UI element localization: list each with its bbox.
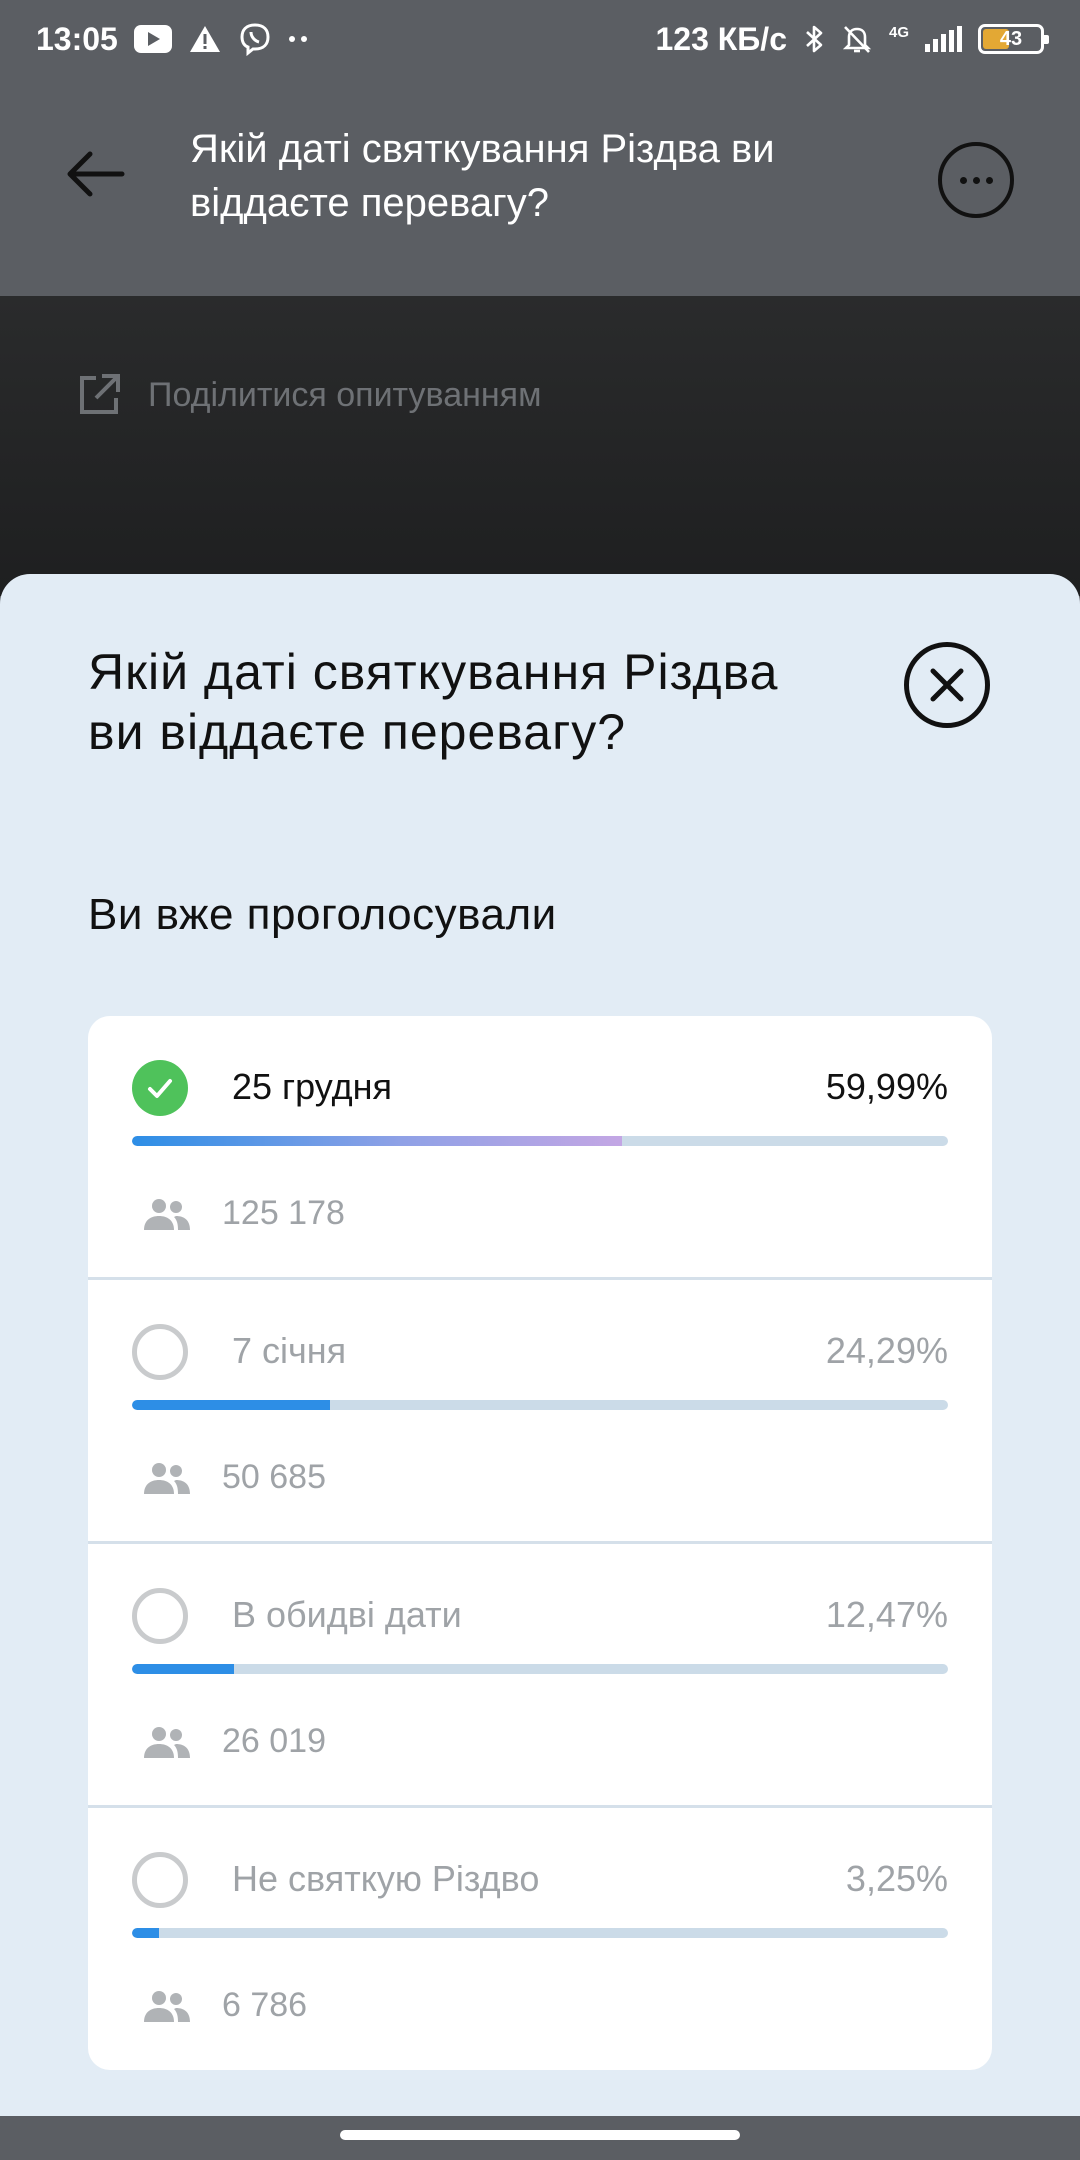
status-time: 13:05 <box>36 20 118 57</box>
radio-icon <box>132 1324 188 1380</box>
share-poll-link[interactable]: Поділитися опитуванням <box>76 372 541 418</box>
status-bar: 13:05 123 КБ/с 4G 43 <box>0 0 1080 78</box>
viber-icon <box>238 22 272 56</box>
option-label: В обидві дати <box>232 1594 462 1635</box>
people-icon <box>144 1198 190 1230</box>
more-dot <box>972 176 980 184</box>
people-icon <box>144 1990 190 2022</box>
status-right: 123 КБ/с 4G 43 <box>655 20 1049 58</box>
poll-option[interactable]: В обидві дати 12,47% 26 019 <box>88 1544 992 1808</box>
progress-fill <box>132 1664 234 1674</box>
share-poll-label: Поділитися опитуванням <box>148 375 542 414</box>
poll-option[interactable]: Не святкую Різдво 3,25% 6 786 <box>88 1808 992 2070</box>
home-handle[interactable] <box>340 2130 740 2140</box>
option-percent: 12,47% <box>825 1594 948 1635</box>
poll-question: Якій даті святкування Різдва ви віддаєте… <box>88 644 779 760</box>
app-bar: Якій даті святкування Різдва ви віддаєте… <box>0 78 1080 296</box>
battery-level: 43 <box>999 27 1023 50</box>
progress-fill <box>132 1928 159 1938</box>
results-card: 25 грудня 59,99% 125 178 7 січня 24,29% <box>88 1016 992 2070</box>
option-label: Не святкую Різдво <box>232 1858 540 1899</box>
battery-icon: 43 <box>978 24 1049 54</box>
vote-count: 125 178 <box>222 1194 345 1232</box>
background-content: Поділитися опитуванням <box>0 296 1080 596</box>
youtube-icon <box>133 25 172 53</box>
votes-row: 125 178 <box>140 1194 345 1233</box>
radio-icon <box>132 1852 188 1908</box>
voted-status: Ви вже проголосували <box>88 890 557 939</box>
progress-track <box>132 1928 948 1938</box>
option-label: 25 грудня <box>232 1066 392 1107</box>
votes-row: 50 685 <box>140 1458 326 1497</box>
votes-row: 26 019 <box>140 1722 326 1761</box>
progress-fill <box>132 1136 622 1146</box>
option-label: 7 січня <box>232 1330 347 1371</box>
option-percent: 59,99% <box>825 1066 948 1107</box>
people-icon <box>144 1462 190 1494</box>
back-button[interactable] <box>60 138 132 210</box>
more-dot <box>959 176 967 184</box>
check-icon <box>132 1060 188 1116</box>
bluetooth-icon <box>803 23 825 55</box>
close-button[interactable] <box>904 642 990 728</box>
status-left: 13:05 <box>36 21 310 58</box>
poll-results-sheet: Якій даті святкування Різдва ви віддаєте… <box>0 574 1080 2116</box>
poll-option[interactable]: 7 січня 24,29% 50 685 <box>88 1280 992 1544</box>
page-title: Якій даті святкування Різдва ви віддаєте… <box>190 127 775 225</box>
navigation-bar <box>0 2116 1080 2160</box>
bell-off-icon <box>841 23 873 55</box>
vote-count: 50 685 <box>222 1458 326 1496</box>
warning-icon <box>188 24 222 54</box>
screen: 13:05 123 КБ/с 4G 43 Якій даті святкуван… <box>0 0 1080 2160</box>
external-link-icon <box>80 374 120 414</box>
progress-track <box>132 1136 948 1146</box>
progress-track <box>132 1400 948 1410</box>
close-icon <box>930 668 964 702</box>
people-icon <box>144 1726 190 1758</box>
radio-icon <box>132 1588 188 1644</box>
vote-count: 6 786 <box>222 1986 308 2024</box>
more-dots-icon <box>288 34 310 44</box>
vote-count: 26 019 <box>222 1722 326 1760</box>
network-type: 4G <box>888 23 909 41</box>
option-percent: 24,29% <box>825 1330 948 1371</box>
more-options-button[interactable] <box>938 142 1014 218</box>
progress-fill <box>132 1400 331 1410</box>
signal-icon <box>925 26 962 52</box>
progress-track <box>132 1664 948 1674</box>
votes-row: 6 786 <box>140 1986 307 2025</box>
poll-option[interactable]: 25 грудня 59,99% 125 178 <box>88 1016 992 1280</box>
network-speed: 123 КБ/с <box>655 20 787 57</box>
option-percent: 3,25% <box>845 1858 948 1899</box>
more-dot <box>985 176 993 184</box>
arrow-left-icon <box>67 151 125 197</box>
